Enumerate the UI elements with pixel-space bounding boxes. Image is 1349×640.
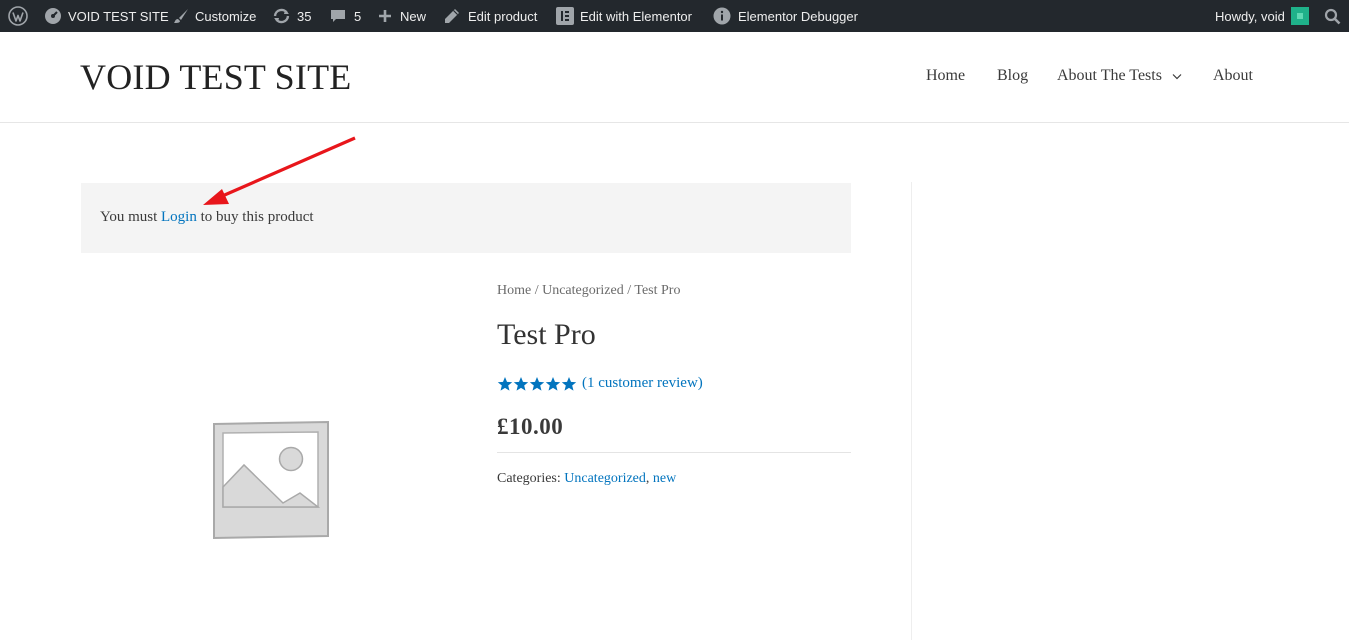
category-separator: , bbox=[645, 471, 650, 486]
plus-icon bbox=[378, 9, 392, 23]
breadcrumb-separator: / bbox=[627, 283, 632, 298]
updates-count: 35 bbox=[297, 8, 312, 24]
product-image[interactable] bbox=[210, 420, 332, 545]
nav-item-about[interactable]: About bbox=[1213, 67, 1253, 85]
login-notice-prefix: You must bbox=[100, 209, 158, 225]
my-account-menu[interactable]: Howdy, void bbox=[1215, 0, 1309, 32]
login-notice-suffix: to buy this product bbox=[200, 209, 314, 225]
breadcrumb-current: Test Pro bbox=[634, 283, 681, 298]
breadcrumb-home[interactable]: Home bbox=[497, 283, 531, 298]
breadcrumb: Home / Uncategorized / Test Pro bbox=[497, 283, 680, 299]
comments-link[interactable]: 5 bbox=[330, 0, 361, 32]
elementor-debugger-label: Elementor Debugger bbox=[738, 8, 858, 24]
nav-item-blog[interactable]: Blog bbox=[997, 67, 1028, 85]
star-icon bbox=[529, 376, 545, 397]
price-divider bbox=[497, 452, 851, 453]
star-icon bbox=[561, 376, 577, 397]
howdy-label: Howdy, void bbox=[1215, 8, 1285, 24]
nav-item-about-the-tests-label: About The Tests bbox=[1057, 67, 1162, 84]
dashboard-icon bbox=[44, 7, 62, 25]
new-label: New bbox=[400, 8, 427, 24]
nav-item-about-the-tests[interactable]: About The Tests bbox=[1057, 67, 1182, 85]
customer-review-link[interactable]: (1 customer review) bbox=[582, 375, 703, 392]
categories-label: Categories: bbox=[497, 471, 561, 486]
admin-search-button[interactable] bbox=[1324, 0, 1341, 32]
star-icon bbox=[513, 376, 529, 397]
category-link-new[interactable]: new bbox=[653, 471, 676, 486]
product-categories: Categories: Uncategorized, new bbox=[497, 471, 676, 487]
admin-bar: VOID TEST SITE Customize 35 5 New Edit p… bbox=[0, 0, 1349, 32]
product-title: Test Pro bbox=[497, 318, 596, 351]
login-notice-text: You must Login to buy this product bbox=[100, 209, 314, 226]
updates-link[interactable]: 35 bbox=[272, 0, 311, 32]
edit-product-link[interactable]: Edit product bbox=[444, 0, 537, 32]
search-icon bbox=[1324, 8, 1341, 25]
breadcrumb-separator: / bbox=[534, 283, 539, 298]
star-icon bbox=[545, 376, 561, 397]
brush-icon bbox=[173, 8, 189, 24]
customize-link[interactable]: Customize bbox=[173, 0, 256, 32]
wordpress-icon bbox=[8, 6, 28, 26]
star-icon bbox=[497, 376, 513, 397]
elementor-debugger-link[interactable]: Elementor Debugger bbox=[713, 0, 858, 32]
site-name-label: VOID TEST SITE bbox=[68, 8, 169, 24]
login-notice: You must Login to buy this product bbox=[81, 183, 851, 253]
edit-product-label: Edit product bbox=[468, 8, 538, 24]
breadcrumb-category[interactable]: Uncategorized bbox=[542, 283, 624, 298]
chevron-down-icon bbox=[1172, 67, 1182, 85]
avatar bbox=[1290, 7, 1309, 25]
new-content-menu[interactable]: New bbox=[378, 0, 426, 32]
comment-icon bbox=[330, 8, 346, 24]
category-link-uncategorized[interactable]: Uncategorized bbox=[564, 471, 646, 486]
comments-count: 5 bbox=[354, 8, 362, 24]
updates-icon bbox=[272, 7, 291, 25]
product-price: £10.00 bbox=[497, 414, 564, 439]
elementor-icon bbox=[556, 7, 574, 25]
pencil-icon bbox=[444, 8, 460, 24]
site-title[interactable]: VOID TEST SITE bbox=[80, 56, 351, 98]
login-link[interactable]: Login bbox=[161, 209, 197, 225]
edit-with-elementor-link[interactable]: Edit with Elementor bbox=[556, 0, 692, 32]
star-rating bbox=[497, 376, 577, 397]
customize-label: Customize bbox=[195, 8, 257, 24]
wp-logo-menu[interactable] bbox=[8, 0, 28, 32]
nav-item-home[interactable]: Home bbox=[926, 67, 965, 85]
header-divider bbox=[0, 122, 1349, 123]
edit-with-elementor-label: Edit with Elementor bbox=[580, 8, 692, 24]
sidebar-divider bbox=[911, 182, 912, 640]
image-placeholder-icon bbox=[210, 420, 332, 544]
info-icon bbox=[713, 7, 731, 25]
site-name-menu[interactable]: VOID TEST SITE bbox=[44, 0, 169, 32]
